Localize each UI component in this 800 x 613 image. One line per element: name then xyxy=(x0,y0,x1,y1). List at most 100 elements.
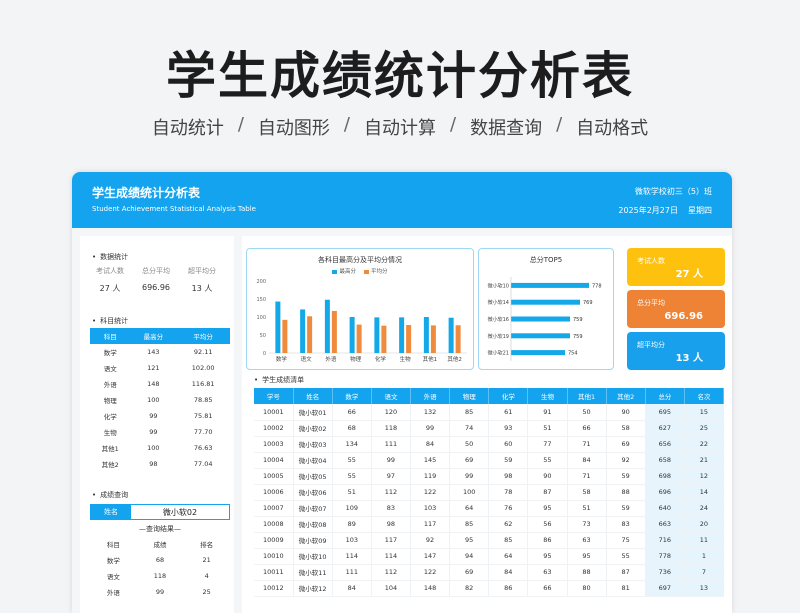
stat-value: 696.96 xyxy=(142,283,170,292)
table-cell: 微小软04 xyxy=(293,452,333,469)
table-row[interactable]: 10003 微小软03 134 111 84 50 60 77 71 69 656 22 xyxy=(254,436,725,453)
bar-chart-svg: 0 50 100 150 200 数学 语文 外语 物理 化学 生物 其他1 其他2 xyxy=(256,279,467,363)
bar-max xyxy=(423,317,429,353)
data-label: 754 xyxy=(568,351,578,357)
table-cell: 104 xyxy=(371,580,412,597)
table-cell: 121 xyxy=(147,364,160,372)
table-row[interactable]: 10009 微小软09 103 117 92 95 85 86 63 75 716 11 xyxy=(254,532,725,549)
column-header[interactable]: 外语 xyxy=(410,388,451,404)
query-row: 语文 118 4 xyxy=(90,568,230,584)
table-cell: 10002 xyxy=(254,420,294,437)
bar-max xyxy=(374,317,380,353)
query-row: 数学 68 21 xyxy=(90,552,230,568)
column-header[interactable]: 学号 xyxy=(254,388,294,404)
table-cell: 63 xyxy=(527,564,568,581)
subject-row: 物理 100 78.85 xyxy=(90,392,230,408)
column-header[interactable]: 名次 xyxy=(684,388,725,404)
table-row[interactable]: 10010 微小软10 114 114 147 94 64 95 95 55 778 1 xyxy=(254,548,725,565)
stat-label: 总分平均 xyxy=(142,267,170,275)
x-tick-label: 物理 xyxy=(350,355,362,363)
table-cell: 61 xyxy=(488,404,529,421)
x-tick-label: 其他1 xyxy=(423,355,438,363)
table-row[interactable]: 10001 微小软01 66 120 132 85 61 91 50 90 695 15 xyxy=(254,404,725,421)
table-cell: 71 xyxy=(567,468,607,485)
table-row[interactable]: 10008 微小软08 89 98 117 85 62 56 73 83 663 20 xyxy=(254,516,725,533)
query-name-label: 姓名 xyxy=(91,505,131,519)
column-header[interactable]: 其他2 xyxy=(606,388,646,404)
column-header[interactable]: 物理 xyxy=(449,388,490,404)
table-cell: 118 xyxy=(153,572,167,580)
subject-bar-chart: 各科目最高分及平均分情况 最高分 平均分 0 50 100 150 200 数学 语文 外语物… xyxy=(246,248,474,370)
table-row[interactable]: 10004 微小软04 55 99 145 69 59 55 84 92 658 21 xyxy=(254,452,725,469)
score-list-table: 学号 姓名 数学 语文 外语 物理 化学 生物 其他1 其他2 总分 名次 10001 微小软01 66 1… xyxy=(254,388,725,597)
column-header[interactable]: 生物 xyxy=(527,388,568,404)
table-cell: 66 xyxy=(567,420,607,437)
column-header: 最高分 xyxy=(130,328,177,344)
table-cell: 10004 xyxy=(254,452,294,469)
column-header[interactable]: 化学 xyxy=(488,388,529,404)
table-row[interactable]: 10002 微小软02 68 118 99 74 93 51 66 58 627 25 xyxy=(254,420,725,437)
table-cell: 64 xyxy=(449,500,490,517)
table-cell: 数学 xyxy=(103,349,117,357)
table-cell: 69 xyxy=(606,436,646,453)
table-cell: 112 xyxy=(371,484,412,501)
subject-row: 外语 148 116.81 xyxy=(90,376,230,392)
table-cell: 25 xyxy=(202,588,211,596)
header-banner: 学生成绩统计分析表 Student Achievement Statistica… xyxy=(72,172,732,228)
table-cell: 59 xyxy=(606,468,646,485)
table-cell: 111 xyxy=(371,436,412,453)
table-cell: 21 xyxy=(684,452,725,469)
stat-value: 13 人 xyxy=(191,284,213,293)
table-cell: 87 xyxy=(606,564,646,581)
table-cell: 24 xyxy=(684,500,725,517)
table-cell: 89 xyxy=(332,516,372,533)
table-cell: 10008 xyxy=(254,516,294,533)
query-row: 外语 99 25 xyxy=(90,584,230,600)
table-cell: 10003 xyxy=(254,436,294,453)
query-name-field[interactable]: 姓名 微小软02 xyxy=(90,504,230,520)
table-cell: 99 xyxy=(371,452,412,469)
table-cell: 58 xyxy=(606,420,646,437)
table-cell: 微小软10 xyxy=(293,548,333,565)
table-cell: 95 xyxy=(449,532,490,549)
table-cell: 100 xyxy=(147,444,160,452)
table-row[interactable]: 10012 微小软12 84 104 148 82 86 66 80 81 697 13 xyxy=(254,580,725,597)
column-header[interactable]: 数学 xyxy=(332,388,372,404)
top5-bar xyxy=(511,316,570,322)
table-cell: 143 xyxy=(147,348,160,356)
spreadsheet-card: 学生成绩统计分析表 Student Achievement Statistica… xyxy=(72,172,732,613)
table-row[interactable]: 10011 微小软11 111 112 122 69 84 63 88 87 736 7 xyxy=(254,564,725,581)
table-cell: 25 xyxy=(684,420,725,437)
table-row[interactable]: 10007 微小软07 109 83 103 64 76 95 51 59 640 24 xyxy=(254,500,725,517)
table-cell: 物理 xyxy=(103,397,117,405)
feature-separator: / xyxy=(343,114,350,135)
table-cell: 微小软05 xyxy=(293,468,333,485)
table-cell: 50 xyxy=(449,436,490,453)
bar-max xyxy=(300,309,306,353)
table-cell: 73 xyxy=(567,516,607,533)
table-cell: 69 xyxy=(449,564,490,581)
table-row[interactable]: 10006 微小软06 51 112 122 100 78 87 58 88 696 14 xyxy=(254,484,725,501)
table-row[interactable]: 10005 微小软05 55 97 119 99 98 90 71 59 698 12 xyxy=(254,468,725,485)
table-cell: 10007 xyxy=(254,500,294,517)
x-tick-label: 其他2 xyxy=(447,355,462,363)
query-name-value[interactable]: 微小软02 xyxy=(131,505,229,519)
column-header[interactable]: 其他1 xyxy=(567,388,607,404)
right-panel: 各科目最高分及平均分情况 最高分 平均分 0 50 100 150 200 数学 语文 外语物… xyxy=(242,236,732,613)
column-header[interactable]: 姓名 xyxy=(293,388,333,404)
table-cell: 68 xyxy=(155,556,165,564)
table-cell: 微小软11 xyxy=(293,564,333,581)
table-cell: 147 xyxy=(410,548,451,565)
top5-chart: 总分TOP5 微小软10 778 微小软14 769 微小软16 759 微小软19 759 微… xyxy=(478,248,614,370)
column-header[interactable]: 语文 xyxy=(371,388,412,404)
page-hero-title: 学生成绩统计分析表 xyxy=(166,47,634,105)
x-tick-label: 外语 xyxy=(325,355,337,363)
table-cell: 88 xyxy=(567,564,607,581)
date-text: 2025年2月27日 xyxy=(618,206,678,215)
y-tick-label: 微小软21 xyxy=(488,350,509,357)
table-cell: 55 xyxy=(332,468,372,485)
table-cell: 85 xyxy=(449,516,490,533)
table-cell: 148 xyxy=(410,580,451,597)
top5-bar xyxy=(511,282,589,288)
column-header[interactable]: 总分 xyxy=(645,388,685,404)
